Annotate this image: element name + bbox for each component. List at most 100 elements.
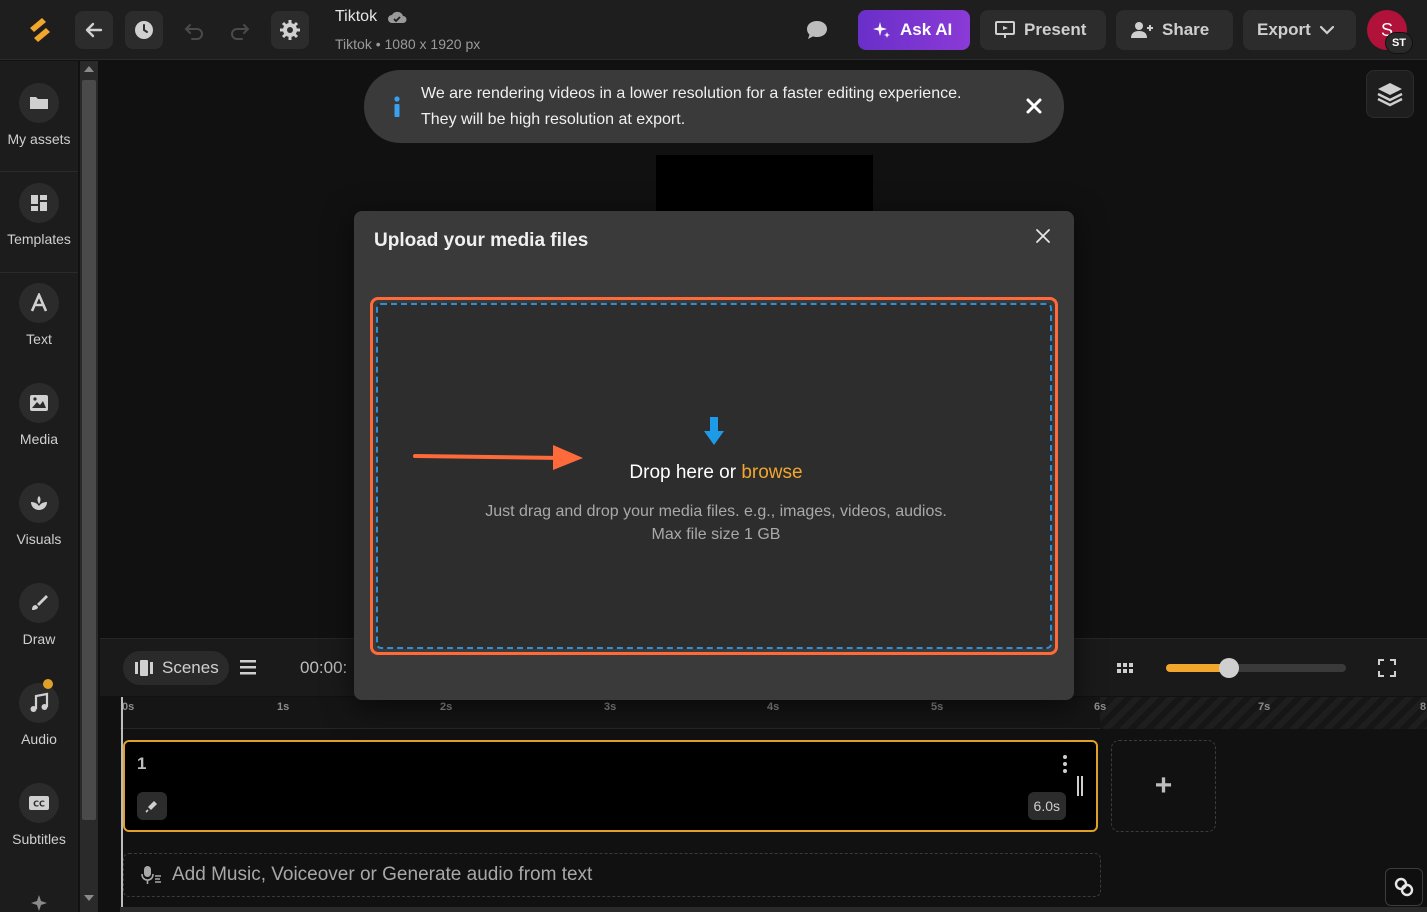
help-line-size: Max file size 1 GB [651,526,781,543]
back-button[interactable] [75,11,113,49]
gear-icon [280,20,300,40]
list-view-button[interactable] [238,658,258,681]
sidebar-item-label: Draw [22,631,56,647]
templates-icon [31,195,47,211]
sidebar-item-label: Text [26,331,52,347]
sidebar-item-subtitles[interactable]: CC Subtitles [0,761,78,861]
export-label: Export [1257,20,1311,39]
timeline-horizontal-scrollbar[interactable] [120,907,1427,912]
sidebar-item-draw[interactable]: Draw [0,561,78,661]
sidebar-item-label: My assets [7,131,71,147]
sidebar-scrollbar-thumb[interactable] [82,80,96,820]
link-icon [1394,877,1414,897]
add-audio-track[interactable]: Add Music, Voiceover or Generate audio f… [123,853,1101,897]
comments-button[interactable] [804,18,830,47]
settings-button[interactable] [271,11,309,49]
scene-duration[interactable]: 6.0s [1027,792,1066,820]
file-drop-zone[interactable]: Drop here or browse Just drag and drop y… [376,303,1052,649]
sidebar-item-my-assets[interactable]: My assets [0,61,78,161]
share-label: Share [1162,20,1210,39]
drop-zone-highlight: Drop here or browse Just drag and drop y… [370,297,1058,655]
scene-clip[interactable]: 1 6.0s [123,740,1098,832]
sidebar-item-label: Media [19,431,59,447]
ruler-tick: 8 [1420,701,1427,713]
sparkle-icon [31,895,47,911]
drop-help-text: Just drag and drop your media files. e.g… [378,500,1054,546]
ruler-tick: 7s [1258,701,1271,713]
sidebar-item-more[interactable] [25,891,53,912]
ruler-tick: 5s [931,701,944,713]
avatar-badge: ST [1385,32,1413,54]
ruler-tick: 0s [122,701,135,713]
grid-dots-icon [1117,663,1133,673]
scene-resize-handle[interactable] [1076,776,1084,796]
chat-bubble-icon [807,21,827,39]
presentation-icon [995,21,1015,38]
left-sidebar: My assets Templates Text Media Visuals D… [0,61,78,912]
plus-icon: + [1154,769,1173,802]
ruler-tick: 2s [440,701,453,713]
image-icon [30,395,48,411]
browse-link[interactable]: browse [741,462,802,483]
scene-voiceover-button[interactable] [137,792,167,820]
ruler-tick: 1s [277,701,290,713]
redo-button[interactable] [221,11,259,49]
scene-menu-button[interactable] [1062,754,1068,774]
banner-close-button[interactable] [1024,96,1044,116]
link-button[interactable] [1385,868,1423,906]
playhead[interactable] [121,697,123,912]
share-button[interactable]: Share [1116,10,1233,50]
sidebar-item-text[interactable]: Text [0,261,78,361]
scenes-view-button[interactable]: Scenes [123,651,229,685]
fullscreen-button[interactable] [1378,659,1396,682]
history-button[interactable] [125,11,163,49]
add-scene-button[interactable]: + [1111,740,1216,832]
present-button[interactable]: Present [980,10,1106,50]
info-banner-text: We are rendering videos in a lower resol… [421,84,962,128]
undo-button[interactable] [175,11,213,49]
layers-button[interactable] [1366,70,1414,118]
clock-icon [135,21,153,39]
sidebar-item-label: Audio [21,731,57,747]
music-icon [30,692,49,712]
scenes-icon [135,660,153,676]
sidebar-item-label: Visuals [16,531,62,547]
scroll-down-arrow-icon[interactable] [84,895,94,901]
sidebar-item-media[interactable]: Media [0,361,78,461]
present-label: Present [1024,20,1087,39]
annotation-arrow-icon [413,445,583,470]
top-bar: Tiktok Tiktok • 1080 x 1920 px Ask AI Pr… [0,0,1427,60]
info-icon [390,95,404,118]
ruler-tick: 3s [604,701,617,713]
sidebar-item-visuals[interactable]: Visuals [0,461,78,561]
close-icon [1036,229,1050,243]
scroll-up-arrow-icon[interactable] [84,66,94,72]
text-icon [30,293,48,312]
video-preview[interactable] [656,155,873,215]
document-title[interactable]: Tiktok [335,8,407,26]
layers-icon [1377,83,1403,107]
timeline-ruler[interactable]: 0s 1s 2s 3s 4s 5s 6s 7s 8 [120,697,1427,729]
list-icon [240,660,256,675]
visuals-icon [31,496,47,510]
cc-icon: CC [29,796,49,810]
sidebar-item-templates[interactable]: Templates [0,161,78,261]
scene-number: 1 [137,754,147,773]
redo-icon [231,24,250,40]
timeline-zoom-slider[interactable] [1166,658,1346,678]
scenes-label: Scenes [162,658,219,677]
ruler-tick: 4s [767,701,780,713]
folder-icon [30,97,48,109]
ask-ai-button[interactable]: Ask AI [858,10,970,50]
playback-time: 00:00: [300,658,348,677]
grid-view-button[interactable] [1116,661,1134,680]
export-button[interactable]: Export [1243,10,1356,50]
modal-close-button[interactable] [1034,227,1052,245]
cloud-saved-icon [388,11,407,23]
kebab-menu-icon [1063,755,1067,773]
app-logo-icon[interactable] [22,12,58,48]
zoom-slider-handle[interactable] [1219,658,1239,678]
sidebar-item-audio[interactable]: Audio [0,661,78,761]
download-arrow-icon [703,415,725,449]
video-editor-app: Tiktok Tiktok • 1080 x 1920 px Ask AI Pr… [0,0,1427,912]
